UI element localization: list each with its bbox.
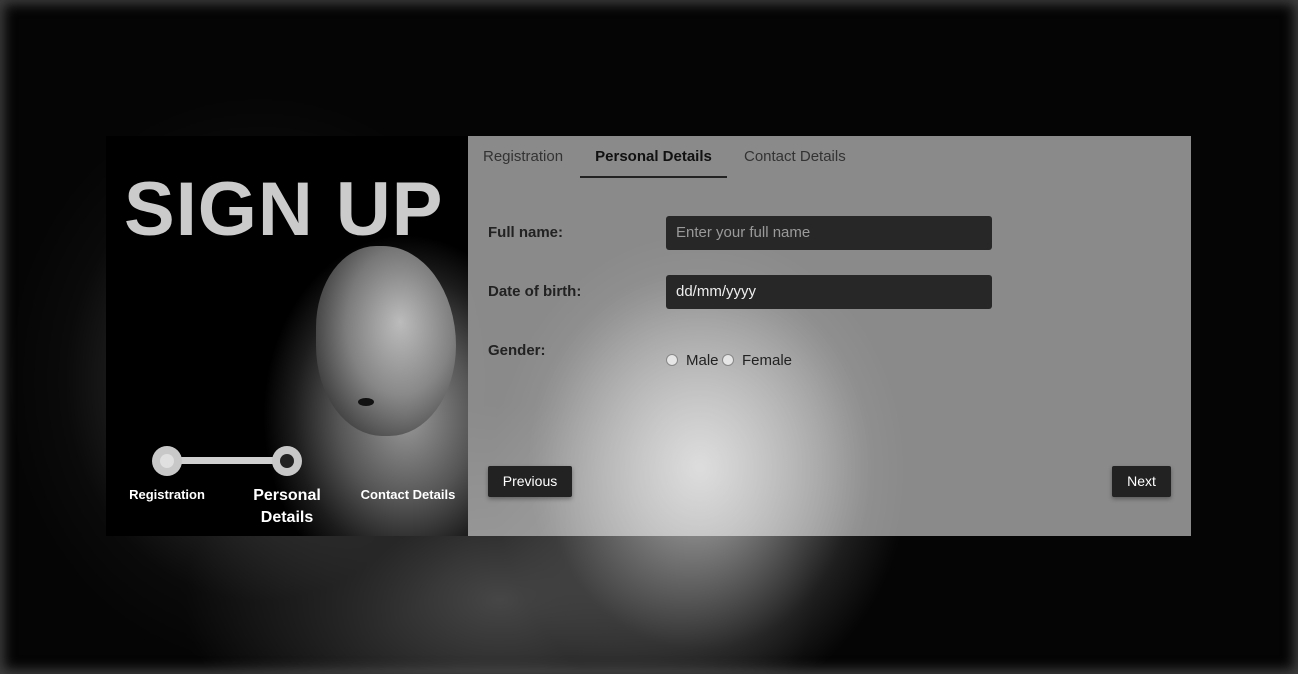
lion-eye xyxy=(358,398,374,406)
gender-female-label: Female xyxy=(742,352,793,369)
form-panel xyxy=(468,136,1191,536)
tab-personal-details[interactable]: Personal Details xyxy=(580,136,727,178)
step-2-label-line1: Personal xyxy=(253,487,321,504)
hero-panel: SIGN UP xyxy=(106,136,468,536)
next-button[interactable]: Next xyxy=(1112,466,1171,497)
signup-title: SIGN UP xyxy=(124,167,444,252)
full-name-input[interactable] xyxy=(666,216,992,250)
step-2-dot xyxy=(272,446,302,476)
dob-input[interactable]: dd/mm/yyyy xyxy=(666,275,992,309)
step-3-label: Contact Details xyxy=(360,487,456,502)
gender-female-radio[interactable] xyxy=(722,354,734,366)
step-2-label-line2: Details xyxy=(260,509,314,526)
step-current-icon xyxy=(280,454,294,468)
step-completed-icon xyxy=(160,454,174,468)
dob-label: Date of birth: xyxy=(488,283,582,300)
step-1-label: Registration xyxy=(129,487,205,502)
lion-image xyxy=(316,246,456,436)
gender-male-radio[interactable] xyxy=(666,354,678,366)
step-1-dot xyxy=(152,446,182,476)
full-name-label: Full name: xyxy=(488,224,564,241)
previous-button[interactable]: Previous xyxy=(488,466,572,497)
tab-contact-details[interactable]: Contact Details xyxy=(744,136,846,178)
gender-male-label: Male xyxy=(686,352,719,369)
stepper-track xyxy=(166,457,286,464)
tab-registration[interactable]: Registration xyxy=(483,136,563,178)
step-2-label: Personal Details xyxy=(236,485,338,529)
gender-label: Gender: xyxy=(488,342,546,359)
